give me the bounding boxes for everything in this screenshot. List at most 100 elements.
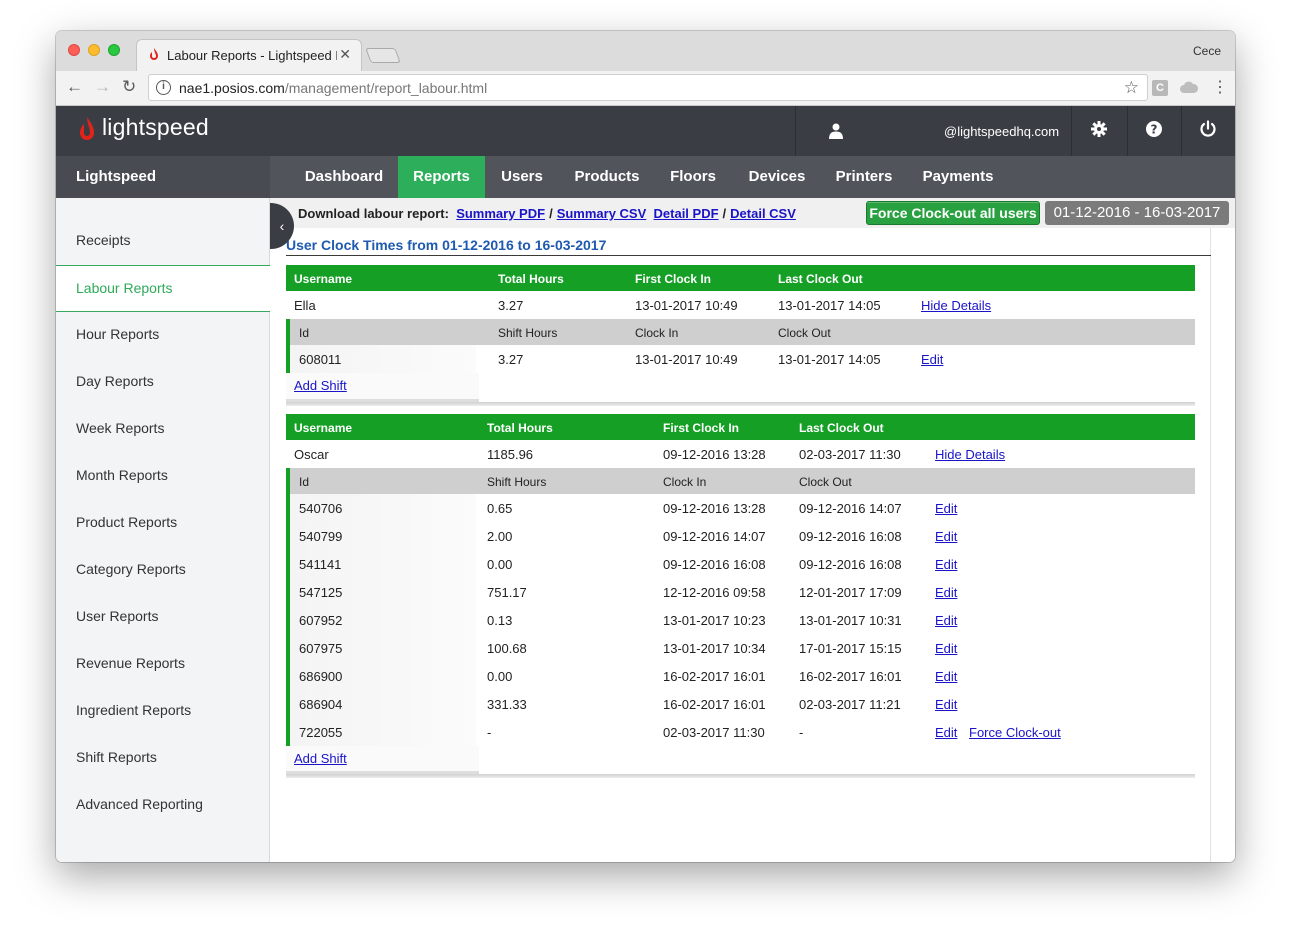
detail-pdf-link[interactable]: Detail PDF <box>654 206 719 221</box>
reload-icon[interactable]: ↻ <box>122 77 136 97</box>
sidebar-item-day-reports[interactable]: Day Reports <box>56 359 270 406</box>
col-last-clock-out: Last Clock Out <box>799 421 884 435</box>
edit-shift-link[interactable]: Edit <box>935 529 957 544</box>
edit-shift-link[interactable]: Edit <box>935 697 957 712</box>
nav-reports[interactable]: Reports <box>398 156 485 198</box>
col-shift-hours: Shift Hours <box>487 475 547 489</box>
edit-shift-link[interactable]: Edit <box>935 585 957 600</box>
new-tab-button[interactable] <box>365 48 401 63</box>
summary-csv-link[interactable]: Summary CSV <box>557 206 647 221</box>
address-bar[interactable]: i nae1.posios.com/management/report_labo… <box>148 74 1148 101</box>
sidebar-item-week-reports[interactable]: Week Reports <box>56 406 270 453</box>
add-shift-link[interactable]: Add Shift <box>294 378 347 393</box>
nav-brand-label: Lightspeed <box>76 168 157 185</box>
sidebar-item-hour-reports[interactable]: Hour Reports <box>56 312 270 359</box>
tab-title: Labour Reports - Lightspeed R <box>167 48 337 63</box>
edit-shift-link[interactable]: Edit <box>935 613 957 628</box>
edit-shift-link[interactable]: Edit <box>935 641 957 656</box>
shift-id: 541141 <box>299 557 342 572</box>
lightspeed-logo-icon[interactable] <box>76 117 98 147</box>
sidebar-item-advanced-reporting[interactable]: Advanced Reporting <box>56 782 270 829</box>
sidebar-item-receipts[interactable]: Receipts <box>56 218 270 265</box>
nav-dashboard[interactable]: Dashboard <box>296 156 392 198</box>
edit-shift-link[interactable]: Edit <box>935 557 957 572</box>
edit-shift-link[interactable]: Edit <box>921 352 943 367</box>
sidebar-item-month-reports[interactable]: Month Reports <box>56 453 270 500</box>
download-label: Download labour report: <box>298 206 449 221</box>
nav-devices[interactable]: Devices <box>742 156 812 198</box>
nav-printers[interactable]: Printers <box>831 156 897 198</box>
extension-c-icon[interactable]: C <box>1152 80 1168 96</box>
first-clock-in: 13-01-2017 10:49 <box>635 298 738 313</box>
info-icon[interactable]: i <box>156 80 171 95</box>
nav-brand[interactable]: Lightspeed <box>56 156 270 198</box>
col-total-hours: Total Hours <box>498 272 564 286</box>
table-bottom-edge <box>286 402 1195 406</box>
nav-payments[interactable]: Payments <box>918 156 998 198</box>
sidebar-item-product-reports[interactable]: Product Reports <box>56 500 270 547</box>
hide-details-link[interactable]: Hide Details <box>921 298 991 313</box>
user-icon[interactable] <box>829 123 843 139</box>
edit-shift-link[interactable]: Edit <box>935 669 957 684</box>
shift-row: 547125 751.17 12-12-2016 09:58 12-01-201… <box>286 578 1195 606</box>
col-first-clock-in: First Clock In <box>663 421 740 435</box>
forward-arrow-icon[interactable]: → <box>94 77 111 97</box>
main-navbar: Lightspeed Dashboard Reports Users Produ… <box>56 156 1235 198</box>
sidebar-item-category-reports[interactable]: Category Reports <box>56 547 270 594</box>
detail-csv-link[interactable]: Detail CSV <box>730 206 796 221</box>
sidebar-item-label: Week Reports <box>76 420 165 436</box>
url-text[interactable]: nae1.posios.com/management/report_labour… <box>179 80 487 96</box>
user-email[interactable]: @lightspeedhq.com <box>944 124 1059 139</box>
force-clockout-all-button[interactable]: Force Clock-out all users <box>866 201 1040 225</box>
logo-text[interactable]: lightspeed <box>102 114 209 141</box>
sidebar-item-labour-reports[interactable]: Labour Reports <box>56 265 270 312</box>
edit-shift-link[interactable]: Edit <box>935 501 957 516</box>
shift-hours: 0.00 <box>487 557 513 572</box>
clock-in: 09-12-2016 14:07 <box>663 529 766 544</box>
sidebar-item-ingredient-reports[interactable]: Ingredient Reports <box>56 688 270 735</box>
clock-out: 09-12-2016 16:08 <box>799 557 902 572</box>
shift-id: 540799 <box>299 529 343 544</box>
close-window-button[interactable] <box>68 44 80 56</box>
hide-details-link[interactable]: Hide Details <box>935 447 1005 462</box>
force-clockout-link[interactable]: Force Clock-out <box>969 725 1061 740</box>
lightspeed-favicon-icon <box>150 48 158 60</box>
sidebar-item-shift-reports[interactable]: Shift Reports <box>56 735 270 782</box>
summary-pdf-link[interactable]: Summary PDF <box>456 206 545 221</box>
tab-close-icon[interactable]: ✕ <box>339 46 351 63</box>
username: Ella <box>294 298 316 313</box>
last-clock-out: 13-01-2017 14:05 <box>778 298 881 313</box>
profile-name[interactable]: Cece <box>1193 44 1221 58</box>
shift-row: 607975 100.68 13-01-2017 10:34 17-01-201… <box>286 634 1195 662</box>
nav-products[interactable]: Products <box>570 156 644 198</box>
minimize-window-button[interactable] <box>88 44 100 56</box>
sidebar-item-revenue-reports[interactable]: Revenue Reports <box>56 641 270 688</box>
browser-menu-icon[interactable]: ⋮ <box>1212 77 1228 97</box>
total-hours: 1185.96 <box>487 447 534 462</box>
sidebar-item-label: Ingredient Reports <box>76 702 192 718</box>
cloud-extension-icon[interactable] <box>1180 80 1198 94</box>
zoom-window-button[interactable] <box>108 44 120 56</box>
report-title: User Clock Times from 01-12-2016 to 16-0… <box>286 237 607 253</box>
sidebar-item-user-reports[interactable]: User Reports <box>56 594 270 641</box>
nav-floors[interactable]: Floors <box>663 156 723 198</box>
col-total-hours: Total Hours <box>487 421 553 435</box>
col-username: Username <box>294 421 353 435</box>
nav-users[interactable]: Users <box>492 156 552 198</box>
bookmark-star-icon[interactable]: ☆ <box>1124 78 1139 98</box>
table-bottom-edge <box>286 774 1195 778</box>
back-arrow-icon[interactable]: ← <box>66 77 83 97</box>
shift-row: 722055 - 02-03-2017 11:30 - Edit Force C… <box>286 718 1195 746</box>
gear-icon[interactable] <box>1090 120 1108 138</box>
clock-in: 13-01-2017 10:34 <box>663 641 766 656</box>
download-links: Download labour report: Summary PDF / Summ… <box>298 206 796 221</box>
shift-hours: 751.17 <box>487 585 527 600</box>
clock-in: 09-12-2016 13:28 <box>663 501 766 516</box>
help-icon[interactable]: ? <box>1145 120 1163 138</box>
browser-tab[interactable]: Labour Reports - Lightspeed R ✕ <box>136 39 362 71</box>
clock-in: 16-02-2017 16:01 <box>663 697 766 712</box>
edit-shift-link[interactable]: Edit <box>935 725 957 740</box>
power-icon[interactable] <box>1199 120 1217 138</box>
add-shift-link[interactable]: Add Shift <box>294 751 347 766</box>
date-range-picker[interactable]: 01-12-2016 - 16-03-2017 <box>1045 201 1229 225</box>
